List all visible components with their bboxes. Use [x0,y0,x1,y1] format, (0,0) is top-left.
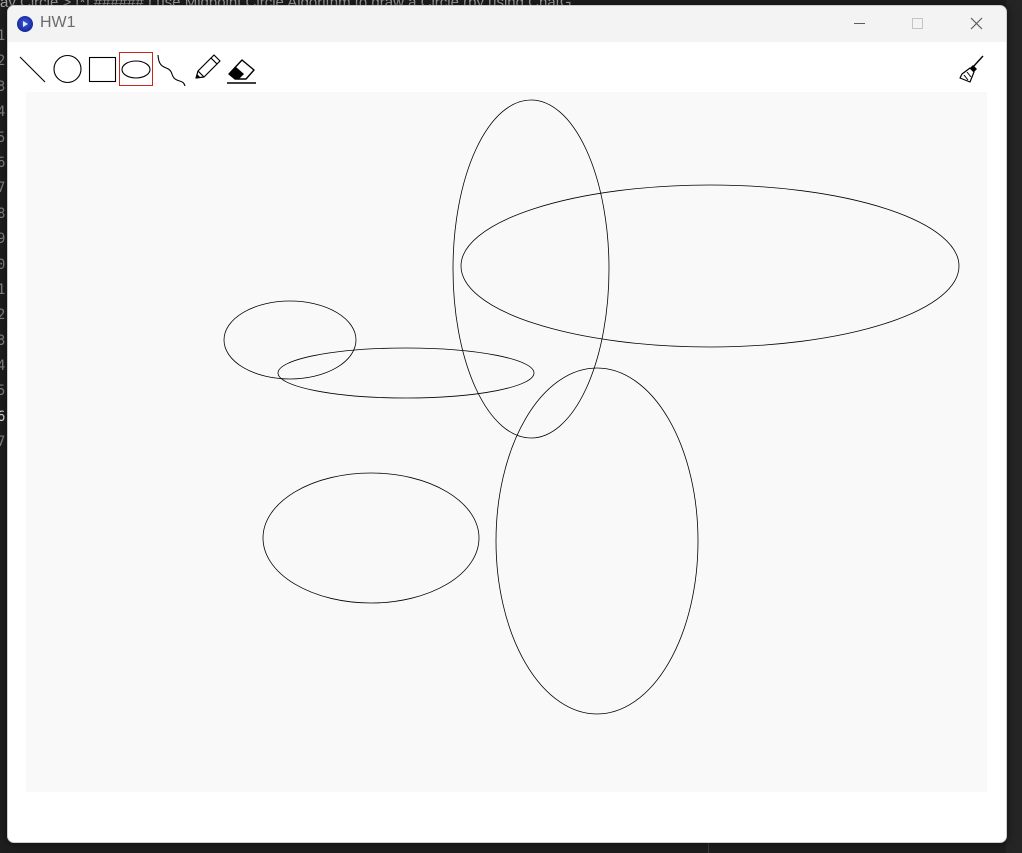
drawn-ellipse [277,347,535,399]
drawn-ellipse [460,184,960,348]
maximize-button[interactable] [888,6,946,42]
line-tool-icon [19,56,46,83]
rectangle-tool-button[interactable] [87,52,121,86]
drawing-canvas[interactable] [26,92,987,792]
circle-tool-icon [53,54,82,84]
app-window: HW1 [7,5,1007,843]
editor-scroll-strip [1006,0,1022,853]
curve-tool-icon [157,54,186,86]
eraser-tool-button[interactable] [224,52,258,86]
close-button[interactable] [948,6,1006,42]
curve-tool-button[interactable] [155,52,189,86]
line-tool-button[interactable] [17,52,51,86]
window-title: HW1 [40,14,76,31]
drawn-shapes [223,99,960,715]
close-icon [970,17,983,30]
rectangle-tool-icon [88,56,117,83]
pencil-tool-icon [195,54,221,79]
title-bar[interactable]: HW1 [8,6,1006,42]
maximize-icon [912,18,923,29]
broom-icon [959,55,984,83]
drawn-ellipse [452,99,610,439]
minimize-button[interactable] [830,6,888,42]
minimize-icon [854,23,865,24]
eraser-tool-icon [227,59,256,84]
ellipse-tool-icon [121,60,151,79]
drawn-ellipse [262,472,480,604]
tool-bar [8,42,1006,92]
pencil-tool-button[interactable] [190,52,224,86]
drawn-ellipse [223,300,357,380]
circle-tool-button[interactable] [52,52,86,86]
ellipse-tool-button[interactable] [119,52,153,86]
clear-canvas-button[interactable] [956,52,990,86]
drawn-ellipse [495,367,699,715]
app-logo-icon [17,16,33,32]
